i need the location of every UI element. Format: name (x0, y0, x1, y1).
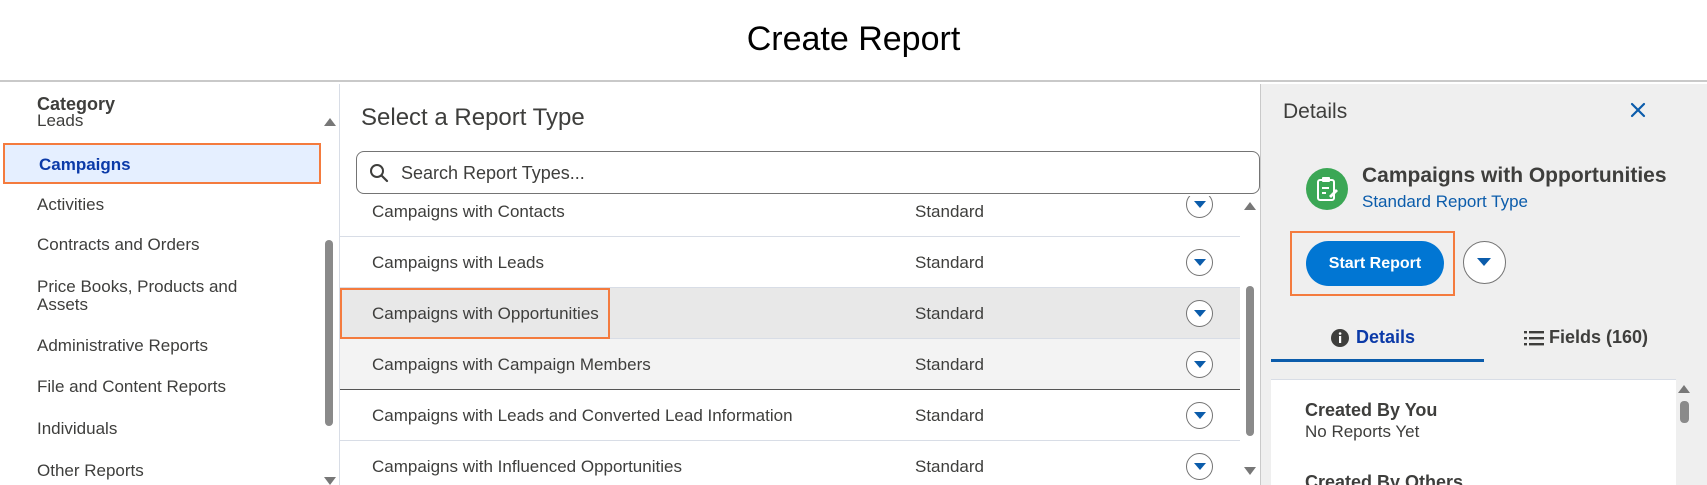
modal-header: Create Report (0, 0, 1707, 82)
sidebar-item-activities[interactable]: Activities (37, 196, 104, 214)
details-panel-title: Details (1283, 100, 1348, 123)
scroll-up-arrow-icon[interactable] (1678, 385, 1690, 393)
report-type-kind: Standard (915, 406, 984, 425)
list-icon (1524, 331, 1544, 346)
created-reports-section: Created By You No Reports Yet Created By… (1271, 379, 1676, 485)
scroll-thumb[interactable] (325, 240, 333, 426)
scroll-down-arrow-icon[interactable] (1244, 467, 1256, 475)
row-menu-chevron-down-icon[interactable] (1186, 196, 1213, 218)
list-item[interactable]: Campaigns with Leads and Converted Lead … (340, 390, 1240, 441)
row-menu-chevron-down-icon[interactable] (1186, 453, 1213, 480)
search-box[interactable] (356, 151, 1260, 194)
report-type-title: Campaigns with Opportunities (1362, 164, 1667, 187)
report-type-subtitle: Standard Report Type (1362, 192, 1529, 211)
start-report-menu-chevron-down-icon[interactable] (1463, 241, 1506, 284)
created-by-you-heading: Created By You (1305, 400, 1438, 420)
sidebar-item-other-reports[interactable]: Other Reports (37, 462, 144, 480)
sidebar-item-label: Campaigns (39, 155, 131, 174)
info-icon (1331, 329, 1349, 347)
sidebar-item-administrative-reports[interactable]: Administrative Reports (37, 337, 208, 355)
details-tabs: Details Fields (160) (1271, 314, 1676, 362)
report-type-heading: Select a Report Type (361, 104, 585, 131)
details-panel: Details Campaigns with Opportunities Sta… (1260, 84, 1707, 485)
report-list-scrollbar[interactable] (1240, 196, 1260, 485)
sidebar-item-individuals[interactable]: Individuals (37, 420, 117, 438)
report-type-name: Campaigns with Influenced Opportunities (372, 457, 682, 476)
page-title: Create Report (746, 20, 961, 58)
scroll-up-arrow-icon[interactable] (1244, 202, 1256, 210)
list-item-selected[interactable]: Campaigns with Opportunities Standard (340, 288, 1240, 339)
search-input[interactable] (401, 158, 1241, 188)
start-report-button[interactable]: Start Report (1306, 241, 1444, 286)
report-type-clipboard-icon (1306, 168, 1348, 210)
row-menu-chevron-down-icon[interactable] (1186, 300, 1213, 327)
row-menu-chevron-down-icon[interactable] (1186, 351, 1213, 378)
list-item[interactable]: Campaigns with Contacts Standard (340, 196, 1240, 237)
report-type-kind: Standard (915, 457, 984, 476)
report-type-kind: Standard (915, 304, 984, 323)
created-by-others-heading: Created By Others (1305, 472, 1464, 485)
category-sidebar: Category Leads Campaigns Activities Cont… (3, 84, 340, 485)
scroll-thumb[interactable] (1680, 401, 1689, 423)
report-type-name: Campaigns with Leads and Converted Lead … (372, 406, 793, 425)
report-type-name: Campaigns with Leads (372, 253, 544, 272)
search-icon (370, 164, 389, 183)
sidebar-item-file-and-content-reports[interactable]: File and Content Reports (37, 378, 226, 396)
report-type-kind: Standard (915, 202, 984, 221)
close-icon[interactable] (1626, 98, 1650, 122)
no-reports-text: No Reports Yet (1305, 422, 1420, 441)
report-type-name: Campaigns with Campaign Members (372, 355, 651, 374)
scroll-up-arrow-icon[interactable] (324, 118, 336, 126)
sidebar-item-contracts-and-orders[interactable]: Contracts and Orders (37, 236, 200, 254)
row-menu-chevron-down-icon[interactable] (1186, 249, 1213, 276)
sidebar-item-campaigns[interactable]: Campaigns (3, 143, 321, 184)
tab-label: Details (1356, 327, 1416, 347)
report-type-kind: Standard (915, 355, 984, 374)
report-type-kind: Standard (915, 253, 984, 272)
list-item[interactable]: Campaigns with Campaign Members Standard (340, 339, 1240, 390)
details-scrollbar[interactable] (1674, 379, 1694, 485)
sidebar-item-leads[interactable]: Leads (37, 112, 83, 130)
scroll-thumb[interactable] (1246, 286, 1254, 436)
scroll-down-arrow-icon[interactable] (324, 477, 336, 485)
report-type-panel: Select a Report Type Campaigns with Cont… (340, 84, 1260, 485)
row-menu-chevron-down-icon[interactable] (1186, 402, 1213, 429)
sidebar-scrollbar[interactable] (321, 114, 337, 485)
tab-details[interactable]: Details (1271, 314, 1484, 362)
report-type-name: Campaigns with Contacts (372, 202, 565, 221)
report-type-list: Campaigns with Contacts Standard Campaig… (340, 196, 1240, 485)
list-item[interactable]: Campaigns with Leads Standard (340, 237, 1240, 288)
tab-label: Fields (160) (1549, 327, 1649, 347)
report-type-name: Campaigns with Opportunities (372, 304, 599, 323)
sidebar-item-price-books[interactable]: Price Books, Products and Assets (37, 278, 277, 314)
tab-fields[interactable]: Fields (160) (1484, 314, 1676, 362)
list-item[interactable]: Campaigns with Influenced Opportunities … (340, 441, 1240, 485)
